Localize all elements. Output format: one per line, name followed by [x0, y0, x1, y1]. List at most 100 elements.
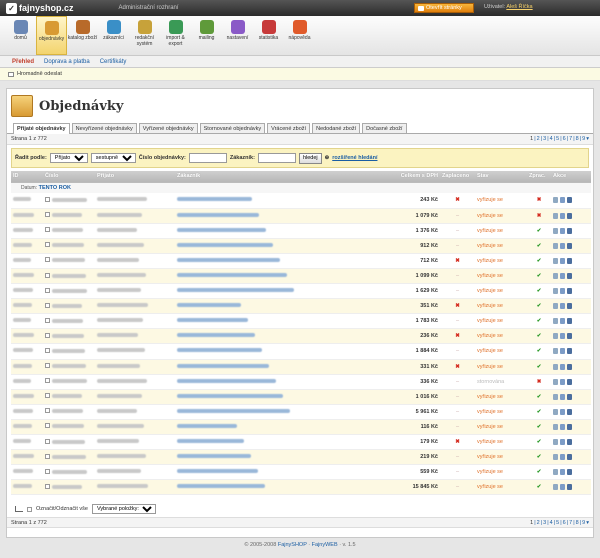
view-icon[interactable] — [553, 439, 558, 446]
delete-icon[interactable] — [567, 303, 572, 310]
row-checkbox[interactable] — [45, 363, 50, 369]
paid-dash-icon[interactable]: – — [456, 273, 459, 279]
row-checkbox[interactable] — [45, 438, 50, 444]
delete-icon[interactable] — [567, 212, 572, 219]
cell-customer[interactable] — [175, 464, 385, 481]
row-checkbox[interactable] — [45, 227, 50, 233]
toolbar-item-1[interactable]: objednávky — [36, 16, 67, 55]
edit-icon[interactable] — [560, 333, 565, 340]
edit-icon[interactable] — [560, 469, 565, 476]
processed-check-icon[interactable]: ✔ — [527, 328, 551, 345]
table-row[interactable]: 912 Kč – vyřizuje se ✔ — [11, 238, 591, 254]
advanced-search-link[interactable]: rozšířené hledání — [332, 155, 377, 161]
processed-check-icon[interactable]: ✔ — [527, 449, 551, 466]
processed-check-icon[interactable]: ✔ — [527, 298, 551, 315]
col-number[interactable]: Číslo — [43, 171, 95, 183]
edit-icon[interactable] — [560, 439, 565, 446]
view-icon[interactable] — [553, 333, 558, 340]
edit-icon[interactable] — [560, 273, 565, 280]
chevron-down-icon[interactable]: ▾ — [586, 520, 589, 526]
unpaid-cross-icon[interactable]: ✖ — [455, 333, 460, 339]
row-checkbox[interactable] — [45, 408, 50, 414]
page-link[interactable]: 6 — [563, 520, 566, 526]
subnav-item-2[interactable]: Certifikáty — [100, 59, 127, 65]
subnav-item-1[interactable]: Doprava a platba — [44, 59, 90, 65]
table-row[interactable]: 336 Kč – stornována ✖ — [11, 374, 591, 390]
cell-customer[interactable] — [175, 298, 385, 315]
unpaid-cross-icon[interactable]: ✖ — [455, 258, 460, 264]
subnav-item-0[interactable]: Přehled — [12, 59, 34, 65]
page-link[interactable]: 3 — [543, 136, 546, 142]
delete-icon[interactable] — [567, 333, 572, 340]
toolbar-item-6[interactable]: mailing — [191, 16, 222, 55]
edit-icon[interactable] — [560, 484, 565, 491]
table-row[interactable]: 1 079 Kč – vyřizuje se ✖ — [11, 208, 591, 224]
cell-customer[interactable] — [175, 268, 385, 285]
view-icon[interactable] — [553, 484, 558, 491]
processed-check-icon[interactable]: ✔ — [527, 268, 551, 285]
page-link[interactable]: 5 — [556, 520, 559, 526]
page-link[interactable]: 2 — [537, 136, 540, 142]
paid-dash-icon[interactable]: – — [456, 379, 459, 385]
table-row[interactable]: 1 376 Kč – vyřizuje se ✔ — [11, 223, 591, 239]
view-icon[interactable] — [553, 273, 558, 280]
delete-icon[interactable] — [567, 318, 572, 325]
customer-input[interactable] — [257, 153, 296, 163]
tab-1[interactable]: Nevyřízené objednávky — [71, 123, 137, 133]
view-icon[interactable] — [553, 318, 558, 325]
edit-icon[interactable] — [560, 212, 565, 219]
edit-icon[interactable] — [560, 423, 565, 430]
delete-icon[interactable] — [567, 393, 572, 400]
paid-dash-icon[interactable]: – — [456, 484, 459, 490]
paid-dash-icon[interactable]: – — [456, 409, 459, 415]
cell-customer[interactable] — [175, 479, 385, 496]
row-checkbox[interactable] — [45, 257, 50, 263]
paid-dash-icon[interactable]: – — [456, 228, 459, 234]
delete-icon[interactable] — [567, 363, 572, 370]
row-checkbox[interactable] — [45, 393, 50, 399]
paid-dash-icon[interactable]: – — [456, 348, 459, 354]
not-processed-cross-icon[interactable]: ✖ — [527, 374, 551, 390]
view-icon[interactable] — [553, 227, 558, 234]
paid-dash-icon[interactable]: – — [456, 288, 459, 294]
processed-check-icon[interactable]: ✔ — [527, 389, 551, 405]
row-checkbox[interactable] — [45, 196, 50, 202]
table-row[interactable]: 219 Kč – vyřizuje se ✔ — [11, 449, 591, 466]
table-row[interactable]: 1 884 Kč – vyřizuje se ✔ — [11, 343, 591, 360]
delete-icon[interactable] — [567, 378, 572, 385]
unpaid-cross-icon[interactable]: ✖ — [455, 303, 460, 309]
cell-customer[interactable] — [175, 328, 385, 345]
view-icon[interactable] — [553, 393, 558, 400]
table-row[interactable]: 1 783 Kč – vyřizuje se ✔ — [11, 313, 591, 330]
edit-icon[interactable] — [560, 303, 565, 310]
delete-icon[interactable] — [567, 348, 572, 355]
edit-icon[interactable] — [560, 288, 565, 295]
page-link[interactable]: 1 — [530, 136, 533, 142]
delete-icon[interactable] — [567, 227, 572, 234]
cell-customer[interactable] — [175, 238, 385, 254]
processed-check-icon[interactable]: ✔ — [527, 434, 551, 451]
tab-3[interactable]: Stornované objednávky — [199, 123, 266, 133]
cell-customer[interactable] — [175, 208, 385, 224]
delete-icon[interactable] — [567, 197, 572, 204]
view-icon[interactable] — [553, 363, 558, 370]
page-link[interactable]: 6 — [563, 136, 566, 142]
table-row[interactable]: 1 629 Kč – vyřizuje se ✔ — [11, 283, 591, 300]
edit-icon[interactable] — [560, 348, 565, 355]
view-icon[interactable] — [553, 197, 558, 204]
row-checkbox[interactable] — [45, 272, 50, 278]
page-link[interactable]: 3 — [543, 520, 546, 526]
footer-link-fajnyshop[interactable]: FajnySHOP — [278, 542, 307, 548]
cell-customer[interactable] — [175, 359, 385, 375]
view-icon[interactable] — [553, 423, 558, 430]
not-processed-cross-icon[interactable]: ✖ — [527, 193, 551, 209]
cell-customer[interactable] — [175, 253, 385, 269]
edit-icon[interactable] — [560, 454, 565, 461]
page-link[interactable]: 8 — [576, 136, 579, 142]
table-row[interactable]: 243 Kč ✖ vyřizuje se ✖ — [11, 193, 591, 209]
paid-dash-icon[interactable]: – — [456, 454, 459, 460]
page-link[interactable]: 7 — [569, 520, 572, 526]
tab-5[interactable]: Nedodané zboží — [312, 123, 361, 133]
cell-customer[interactable] — [175, 389, 385, 405]
table-row[interactable]: 559 Kč – vyřizuje se ✔ — [11, 464, 591, 481]
